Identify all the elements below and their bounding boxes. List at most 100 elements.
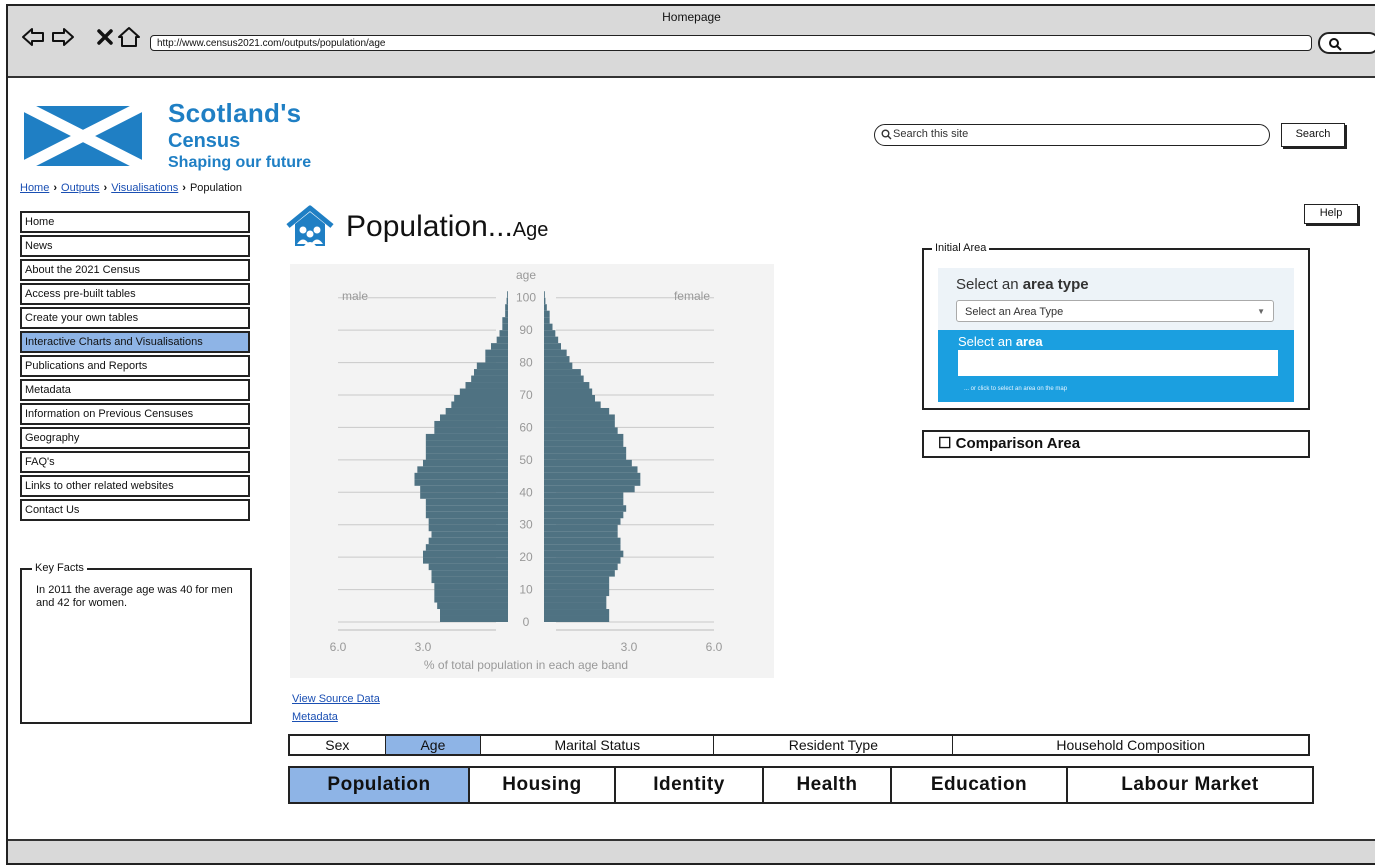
- bar-male: [434, 596, 508, 603]
- bar-female: [544, 330, 556, 337]
- bar-female: [544, 602, 607, 610]
- browser-chrome: Homepage http://www.census2021.com/outpu…: [8, 6, 1375, 78]
- area-type-label-bold: area type: [1022, 276, 1089, 293]
- bar-male: [440, 615, 508, 622]
- pyramid-svg: 0 10 20 30 40 50 60 70 80 90 100 age male female 6.0 3.…: [330, 268, 723, 672]
- area-input[interactable]: [958, 350, 1278, 376]
- bar-male: [451, 401, 508, 408]
- sidebar-item-publications-and-reports[interactable]: Publications and Reports: [20, 355, 250, 377]
- area-label: Select an area: [958, 334, 1043, 349]
- sidebar-item-access-pre-built-tables[interactable]: Access pre-built tables: [20, 283, 250, 305]
- select-area-box: Select an area ... or click to select an…: [938, 330, 1294, 402]
- bar-female: [544, 297, 546, 305]
- bar-male: [434, 420, 508, 428]
- sidebar-item-links-to-other-related-websites[interactable]: Links to other related websites: [20, 475, 250, 497]
- bar-female: [544, 362, 573, 370]
- bar-male: [476, 362, 508, 370]
- area-type-select[interactable]: Select an Area Type ▼: [956, 300, 1274, 322]
- bar-male: [428, 518, 508, 525]
- magnifier-icon: [1329, 38, 1342, 51]
- breadcrumb-home[interactable]: Home: [20, 182, 49, 194]
- bar-male: [445, 407, 508, 415]
- forward-arrow-icon[interactable]: [50, 24, 76, 50]
- bar-male: [434, 589, 508, 597]
- bar-male: [425, 505, 508, 512]
- search-input[interactable]: Search this site: [874, 124, 1270, 146]
- help-button[interactable]: Help: [1304, 204, 1358, 224]
- breadcrumb-visualisations[interactable]: Visualisations: [111, 182, 178, 194]
- bar-male: [499, 330, 508, 337]
- url-bar[interactable]: http://www.census2021.com/outputs/popula…: [150, 35, 1312, 51]
- chevron-right-icon: ›: [53, 182, 58, 194]
- sidebar-item-news[interactable]: News: [20, 235, 250, 257]
- bar-male: [440, 609, 508, 616]
- bar-female: [544, 570, 615, 577]
- x-tick-label: 3.0: [621, 640, 638, 654]
- sidebar-item-information-on-previous-censuses[interactable]: Information on Previous Censuses: [20, 403, 250, 425]
- tab-housing[interactable]: Housing: [470, 766, 616, 804]
- subtab-sex[interactable]: Sex: [290, 736, 386, 754]
- browser-search-button[interactable]: [1318, 32, 1375, 54]
- chevron-down-icon: ▼: [1257, 307, 1265, 316]
- comparison-area-toggle[interactable]: ☐ Comparison Area: [922, 430, 1310, 458]
- logo-line-2: Census: [168, 130, 241, 152]
- home-icon[interactable]: [116, 24, 142, 50]
- sidebar-nav: Home News About the 2021 Census Access pre-…: [20, 211, 250, 523]
- bar-male: [434, 427, 508, 434]
- bar-female: [544, 544, 621, 551]
- tab-labour-market[interactable]: Labour Market: [1068, 766, 1314, 804]
- tab-health[interactable]: Health: [764, 766, 892, 804]
- metadata-link[interactable]: Metadata: [292, 708, 380, 726]
- sidebar-item-contact-us[interactable]: Contact Us: [20, 499, 250, 521]
- age-tick-label: 10: [519, 583, 533, 597]
- subtab-household-composition[interactable]: Household Composition: [953, 736, 1308, 754]
- bar-female: [544, 498, 624, 506]
- bar-male: [474, 369, 508, 376]
- bar-female: [544, 609, 610, 616]
- bar-male: [423, 550, 508, 558]
- age-tick-label: 70: [519, 388, 533, 402]
- subtab-age[interactable]: Age: [385, 736, 482, 754]
- checkbox-icon[interactable]: ☐: [938, 435, 951, 452]
- sidebar-item-home[interactable]: Home: [20, 211, 250, 233]
- bar-female: [544, 446, 627, 454]
- sidebar-item-geography[interactable]: Geography: [20, 427, 250, 449]
- subtab-resident-type[interactable]: Resident Type: [714, 736, 954, 754]
- view-source-data-link[interactable]: View Source Data: [292, 690, 380, 708]
- sidebar-item-interactive-charts-and-visualisations[interactable]: Interactive Charts and Visualisations: [20, 331, 250, 353]
- bar-female: [544, 563, 618, 571]
- y-axis-label: age: [516, 268, 536, 282]
- key-facts-title: Key Facts: [32, 562, 87, 574]
- site-logo[interactable]: Scotland's Census Shaping our future: [20, 98, 330, 180]
- bar-female: [544, 382, 590, 389]
- close-icon[interactable]: [92, 24, 118, 50]
- sidebar-item-faq-s[interactable]: FAQ's: [20, 451, 250, 473]
- map-hint[interactable]: ... or click to select an area on the ma…: [964, 386, 1067, 392]
- logo-tagline: Shaping our future: [168, 154, 312, 171]
- page-title-sub: Age: [512, 219, 549, 241]
- sidebar-item-about-the-2021-census[interactable]: About the 2021 Census: [20, 259, 250, 281]
- bar-female: [544, 369, 581, 376]
- sidebar-item-metadata[interactable]: Metadata: [20, 379, 250, 401]
- back-arrow-icon[interactable]: [20, 24, 46, 50]
- tab-population[interactable]: Population: [288, 766, 470, 804]
- tab-education[interactable]: Education: [892, 766, 1068, 804]
- bar-female: [544, 407, 610, 415]
- search-button[interactable]: Search: [1281, 123, 1345, 147]
- tab-identity[interactable]: Identity: [616, 766, 764, 804]
- bar-male: [420, 485, 508, 493]
- bar-male: [505, 304, 508, 311]
- breadcrumb-outputs[interactable]: Outputs: [61, 182, 100, 194]
- sub-tab-bar: Sex Age Marital Status Resident Type Househo…: [288, 734, 1310, 756]
- sidebar-item-create-your-own-tables[interactable]: Create your own tables: [20, 307, 250, 329]
- area-label-pre: Select an: [958, 334, 1016, 349]
- bar-male: [431, 576, 508, 584]
- search-placeholder: Search this site: [893, 128, 969, 140]
- bar-female: [544, 511, 624, 519]
- logo-line-1: Scotland's: [168, 98, 302, 128]
- page-title: Population...Age: [346, 210, 548, 244]
- bar-female: [544, 596, 607, 603]
- bar-male: [414, 479, 508, 486]
- bar-male: [505, 310, 508, 318]
- subtab-marital-status[interactable]: Marital Status: [481, 736, 715, 754]
